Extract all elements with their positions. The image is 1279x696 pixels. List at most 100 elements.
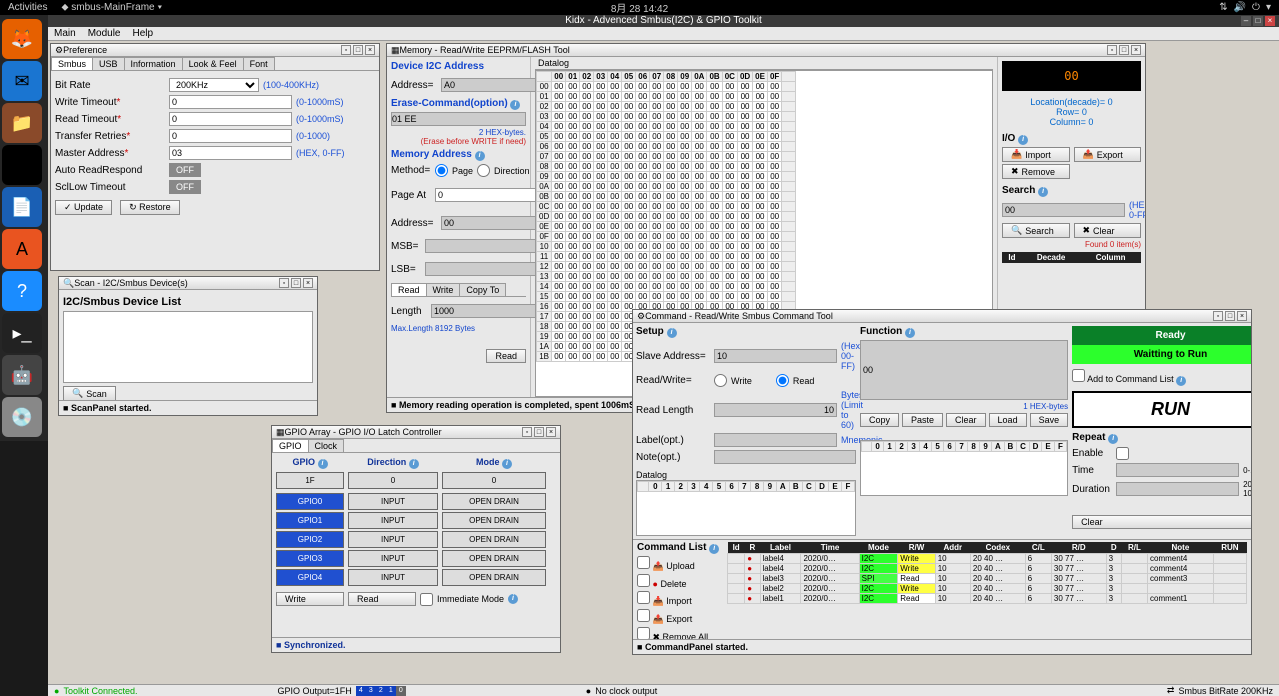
tab-usb[interactable]: USB bbox=[92, 57, 125, 70]
method-dir-radio[interactable] bbox=[477, 164, 490, 177]
command-table[interactable]: IdRLabelTimeModeR/WAddrCodexC/LR/DDR/LNo… bbox=[727, 542, 1247, 604]
delete-checkbox[interactable] bbox=[637, 574, 650, 587]
gpio-write-button[interactable]: Write bbox=[276, 592, 344, 606]
disc-icon[interactable]: 💿 bbox=[2, 397, 42, 437]
cmd-max-icon[interactable]: □ bbox=[1225, 311, 1235, 321]
table-row[interactable]: ●label42020/0…I2CWrite1020 40 …630 77 …3… bbox=[728, 564, 1247, 574]
table-row[interactable]: ●label12020/0…I2CRead1020 40 …630 77 …3c… bbox=[728, 594, 1247, 604]
gpio-pin-button[interactable]: GPIO4 bbox=[276, 569, 344, 586]
func-clear-button[interactable]: Clear bbox=[946, 413, 986, 427]
close-icon[interactable]: × bbox=[1265, 16, 1275, 26]
load-button[interactable]: Load bbox=[989, 413, 1027, 427]
pref-input[interactable] bbox=[169, 146, 292, 160]
label-input[interactable] bbox=[714, 433, 837, 447]
rw-write-radio[interactable] bbox=[714, 374, 727, 387]
tab-smbus[interactable]: Smbus bbox=[51, 57, 93, 70]
export-checkbox[interactable] bbox=[637, 609, 650, 622]
scan-titlebar[interactable]: 🔍 Scan - I2C/Smbus Device(s) ▫□× bbox=[59, 277, 317, 290]
info-icon[interactable]: i bbox=[409, 459, 419, 469]
table-row[interactable]: ●label22020/0…I2CWrite1020 40 …630 77 …3 bbox=[728, 584, 1247, 594]
cmd-datalog-grid[interactable]: 0123456789ABCDEF bbox=[636, 480, 856, 536]
pref-input[interactable] bbox=[169, 112, 292, 126]
info-icon[interactable]: i bbox=[508, 594, 518, 604]
caret-icon[interactable]: ▾ bbox=[1266, 2, 1271, 13]
time-input[interactable] bbox=[1116, 463, 1239, 477]
rw-read-radio[interactable] bbox=[776, 374, 789, 387]
scan-button[interactable]: 🔍 Scan bbox=[63, 386, 116, 400]
pref-input[interactable] bbox=[169, 95, 292, 109]
info-icon[interactable]: i bbox=[1018, 135, 1028, 145]
restore-button[interactable]: ↻ Restore bbox=[120, 200, 180, 215]
gpio-mode-button[interactable]: OPEN DRAIN bbox=[442, 531, 546, 548]
gpio-titlebar[interactable]: ▦ GPIO Array - GPIO I/O Latch Controller… bbox=[272, 426, 560, 439]
gpio-mode-button[interactable]: OPEN DRAIN bbox=[442, 493, 546, 510]
paste-button[interactable]: Paste bbox=[902, 413, 943, 427]
cmd-close-icon[interactable]: × bbox=[1237, 311, 1247, 321]
robot-icon[interactable]: 🤖 bbox=[2, 355, 42, 395]
rlen-input[interactable] bbox=[714, 403, 837, 417]
scan-min-icon[interactable]: ▫ bbox=[279, 278, 289, 288]
gpio-pin-button[interactable]: GPIO3 bbox=[276, 550, 344, 567]
method-page-radio[interactable] bbox=[435, 164, 448, 177]
music-icon[interactable]: ◎ bbox=[2, 145, 42, 185]
pref-input[interactable] bbox=[169, 129, 292, 143]
delete-label[interactable]: Delete bbox=[660, 579, 686, 589]
files-icon[interactable]: 📁 bbox=[2, 103, 42, 143]
device-list[interactable] bbox=[63, 311, 313, 383]
gpio-min-icon[interactable]: ▫ bbox=[522, 427, 532, 437]
gpio-dir-button[interactable]: INPUT bbox=[348, 550, 438, 567]
pref-min-icon[interactable]: ▫ bbox=[341, 45, 351, 55]
note-input[interactable] bbox=[714, 450, 856, 464]
maximize-icon[interactable]: □ bbox=[1253, 16, 1263, 26]
upload-label[interactable]: Upload bbox=[666, 561, 695, 571]
scllow-toggle[interactable]: OFF bbox=[169, 180, 201, 194]
search-button[interactable]: 🔍 Search bbox=[1002, 223, 1070, 238]
tab-info[interactable]: Information bbox=[124, 57, 183, 70]
import-checkbox[interactable] bbox=[637, 591, 650, 604]
thunderbird-icon[interactable]: ✉ bbox=[2, 61, 42, 101]
network-icon[interactable]: ⇅ bbox=[1219, 2, 1227, 13]
tab-write[interactable]: Write bbox=[426, 283, 461, 296]
search-result-table[interactable]: IdDecadeColumn bbox=[1002, 252, 1141, 263]
enable-checkbox[interactable] bbox=[1116, 447, 1129, 460]
app-menu[interactable]: ⬥ smbus-MainFrame ▾ bbox=[61, 2, 162, 13]
cmd-datalog-grid2[interactable]: 0123456789ABCDEF bbox=[860, 440, 1068, 496]
gpio-read-button[interactable]: Read bbox=[348, 592, 416, 606]
tab-gpio[interactable]: GPIO bbox=[272, 439, 309, 452]
export-button[interactable]: 📤 Export bbox=[1074, 147, 1142, 162]
dur-input[interactable] bbox=[1116, 482, 1239, 496]
menu-main[interactable]: Main bbox=[54, 28, 76, 39]
gpio-pin-button[interactable]: GPIO1 bbox=[276, 512, 344, 529]
menu-module[interactable]: Module bbox=[88, 28, 121, 39]
cmd-import-label[interactable]: Import bbox=[666, 596, 692, 606]
repeat-clear-button[interactable]: Clear bbox=[1072, 515, 1251, 529]
info-icon[interactable]: i bbox=[475, 151, 485, 161]
minimize-icon[interactable]: – bbox=[1241, 16, 1251, 26]
erase-input[interactable] bbox=[391, 112, 526, 126]
gpio-dir-button[interactable]: INPUT bbox=[348, 569, 438, 586]
gpio-mode-button[interactable]: OPEN DRAIN bbox=[442, 569, 546, 586]
pref-max-icon[interactable]: □ bbox=[353, 45, 363, 55]
clear-button[interactable]: ✖ Clear bbox=[1074, 223, 1142, 238]
mem-close-icon[interactable]: × bbox=[1131, 45, 1141, 55]
cmd-export-label[interactable]: Export bbox=[666, 614, 692, 624]
add-list-checkbox[interactable] bbox=[1072, 369, 1085, 382]
autoread-toggle[interactable]: OFF bbox=[169, 163, 201, 177]
search-input[interactable] bbox=[1002, 203, 1125, 217]
writer-icon[interactable]: 📄 bbox=[2, 187, 42, 227]
info-icon[interactable]: i bbox=[1038, 187, 1048, 197]
info-icon[interactable]: i bbox=[667, 328, 677, 338]
gpio-pin-button[interactable]: GPIO2 bbox=[276, 531, 344, 548]
pref-close-icon[interactable]: × bbox=[365, 45, 375, 55]
info-icon[interactable]: i bbox=[502, 459, 512, 469]
info-icon[interactable]: i bbox=[905, 328, 915, 338]
pref-titlebar[interactable]: ⚙ Preference ▫□× bbox=[51, 44, 379, 57]
save-button[interactable]: Save bbox=[1030, 413, 1069, 427]
info-icon[interactable]: i bbox=[318, 459, 328, 469]
terminal-icon[interactable]: ▸_ bbox=[2, 313, 42, 353]
cmd-min-icon[interactable]: ▫ bbox=[1213, 311, 1223, 321]
info-icon[interactable]: i bbox=[709, 544, 719, 554]
remove-button[interactable]: ✖ Remove bbox=[1002, 164, 1070, 179]
gpio-dir-button[interactable]: INPUT bbox=[348, 531, 438, 548]
tab-lookfeel[interactable]: Look & Feel bbox=[182, 57, 244, 70]
